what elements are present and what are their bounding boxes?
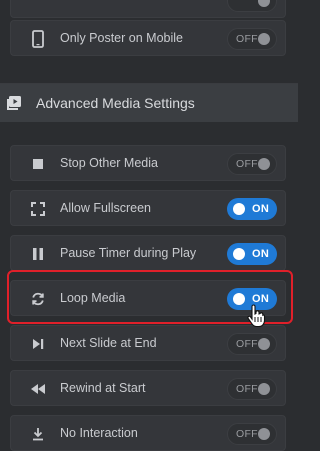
row-no-interaction: No Interaction OFF bbox=[10, 415, 286, 451]
media-settings-icon bbox=[6, 95, 22, 111]
toggle-knob bbox=[233, 248, 245, 260]
row-rewind-at-start: Rewind at Start OFF bbox=[10, 370, 286, 406]
only-poster-toggle[interactable]: OFF bbox=[227, 28, 277, 50]
row-label: No Interaction bbox=[60, 426, 138, 440]
next-slide-icon bbox=[29, 335, 47, 353]
next-slide-toggle[interactable]: OFF bbox=[227, 333, 277, 355]
pause-icon bbox=[29, 245, 47, 263]
row-next-slide-at-end: Next Slide at End OFF bbox=[10, 325, 286, 361]
toggle-knob bbox=[258, 158, 270, 170]
row-only-poster-on-mobile: Only Poster on Mobile OFF bbox=[10, 20, 286, 56]
stop-icon bbox=[29, 155, 47, 173]
rewind-icon bbox=[29, 380, 47, 398]
toggle-knob bbox=[258, 33, 270, 45]
mobile-phone-icon bbox=[29, 30, 47, 48]
settings-row-partial bbox=[10, 0, 286, 18]
stop-other-media-toggle[interactable]: OFF bbox=[227, 153, 277, 175]
row-allow-fullscreen: Allow Fullscreen ON bbox=[10, 190, 286, 226]
row-label: Next Slide at End bbox=[60, 336, 157, 350]
allow-fullscreen-toggle[interactable]: ON bbox=[227, 198, 277, 220]
toggle-state: ON bbox=[252, 248, 270, 260]
toggle-state: OFF bbox=[236, 428, 258, 440]
row-stop-other-media: Stop Other Media OFF bbox=[10, 145, 286, 181]
toggle-state: OFF bbox=[236, 338, 258, 350]
toggle-state: OFF bbox=[236, 33, 258, 45]
row-label: Pause Timer during Play bbox=[60, 246, 197, 260]
section-header-advanced-media[interactable]: Advanced Media Settings bbox=[0, 84, 298, 122]
pause-timer-toggle[interactable]: ON bbox=[227, 243, 277, 265]
download-arrow-icon bbox=[29, 425, 47, 443]
row-label: Stop Other Media bbox=[60, 156, 158, 170]
no-interaction-toggle[interactable]: OFF bbox=[227, 423, 277, 445]
row-label: Rewind at Start bbox=[60, 381, 146, 395]
row-pause-timer: Pause Timer during Play ON bbox=[10, 235, 286, 271]
rewind-toggle[interactable]: OFF bbox=[227, 378, 277, 400]
toggle-knob bbox=[233, 203, 245, 215]
toggle-state: OFF bbox=[236, 158, 258, 170]
toggle-state: OFF bbox=[236, 383, 258, 395]
hand-cursor-icon bbox=[246, 304, 266, 328]
toggle-state: ON bbox=[252, 203, 270, 215]
partial-toggle[interactable] bbox=[227, 0, 277, 12]
toggle-knob bbox=[258, 428, 270, 440]
fullscreen-icon bbox=[29, 200, 47, 218]
section-title: Advanced Media Settings bbox=[36, 95, 195, 111]
row-label: Allow Fullscreen bbox=[60, 201, 152, 215]
toggle-knob bbox=[258, 383, 270, 395]
row-label: Only Poster on Mobile bbox=[60, 31, 183, 45]
toggle-knob bbox=[258, 0, 270, 7]
toggle-knob bbox=[258, 338, 270, 350]
